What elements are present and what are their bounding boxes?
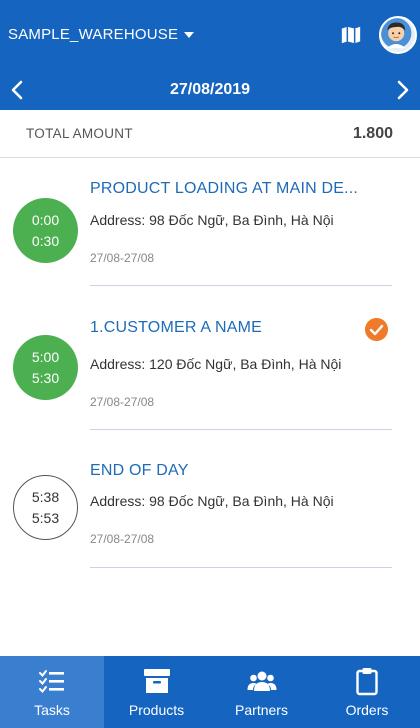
task-date-range: 27/08-27/08 — [90, 532, 155, 546]
current-date: 27/08/2019 — [169, 81, 251, 98]
tab-label: Tasks — [34, 702, 70, 718]
time-badge: 0:00 0:30 — [13, 198, 78, 263]
clipboard-icon — [356, 668, 378, 696]
app-bar-top-row: SAMPLE_WAREHOUSE — [0, 0, 420, 70]
people-group-icon — [247, 671, 276, 691]
task-title: 1.CUSTOMER A NAME — [90, 319, 263, 336]
task-item[interactable]: 0:00 0:30 PRODUCT LOADING AT MAIN DE... … — [0, 158, 420, 286]
end-time: 5:30 — [31, 369, 60, 386]
task-date-range: 27/08-27/08 — [90, 251, 155, 265]
chevron-right-icon[interactable] — [390, 78, 414, 102]
end-time: 5:53 — [31, 509, 60, 526]
task-address: Address: 98 Đốc Ngữ, Ba Đình, Hà Nội — [90, 493, 334, 509]
task-item[interactable]: 5:38 5:53 END OF DAY Address: 98 Đốc Ngữ… — [0, 430, 420, 568]
caret-down-icon — [184, 31, 195, 38]
total-amount-row: TOTAL AMOUNT 1.800 — [0, 110, 420, 158]
tasks-checklist-icon — [39, 670, 64, 694]
tab-partners[interactable]: Partners — [209, 656, 314, 728]
user-avatar[interactable] — [379, 16, 417, 54]
divider — [90, 567, 392, 568]
warehouse-name: SAMPLE_WAREHOUSE — [8, 26, 179, 43]
warehouse-selector[interactable]: SAMPLE_WAREHOUSE — [8, 26, 195, 43]
tab-label: Partners — [235, 702, 288, 718]
time-badge: 5:00 5:30 — [13, 335, 78, 400]
task-title: END OF DAY — [90, 462, 189, 479]
task-item[interactable]: 5:00 5:30 1.CUSTOMER A NAME Address: 120… — [0, 286, 420, 430]
tab-orders[interactable]: Orders — [314, 656, 420, 728]
start-time: 5:00 — [31, 348, 60, 365]
tab-label: Products — [128, 702, 185, 718]
bottom-navigation: Tasks Products Partners Orders — [0, 656, 420, 728]
start-time: 5:38 — [31, 488, 60, 505]
task-date-range: 27/08-27/08 — [90, 395, 155, 409]
check-circle-icon — [365, 318, 388, 341]
tab-label: Orders — [345, 702, 389, 718]
date-navigator: 27/08/2019 — [0, 70, 420, 110]
map-icon[interactable] — [340, 24, 362, 46]
task-address: Address: 98 Đốc Ngữ, Ba Đình, Hà Nội — [90, 212, 334, 228]
tab-tasks[interactable]: Tasks — [0, 656, 104, 728]
task-title: PRODUCT LOADING AT MAIN DE... — [90, 180, 359, 197]
total-amount-label: TOTAL AMOUNT — [26, 126, 133, 141]
end-time: 0:30 — [31, 232, 60, 249]
time-badge: 5:38 5:53 — [13, 475, 78, 540]
box-icon — [143, 669, 170, 693]
total-amount-value: 1.800 — [352, 125, 393, 142]
task-address: Address: 120 Đốc Ngữ, Ba Đình, Hà Nội — [90, 356, 342, 372]
tab-products[interactable]: Products — [104, 656, 209, 728]
app-bar: SAMPLE_WAREHOUSE 27/08/2019 — [0, 0, 420, 110]
start-time: 0:00 — [31, 211, 60, 228]
